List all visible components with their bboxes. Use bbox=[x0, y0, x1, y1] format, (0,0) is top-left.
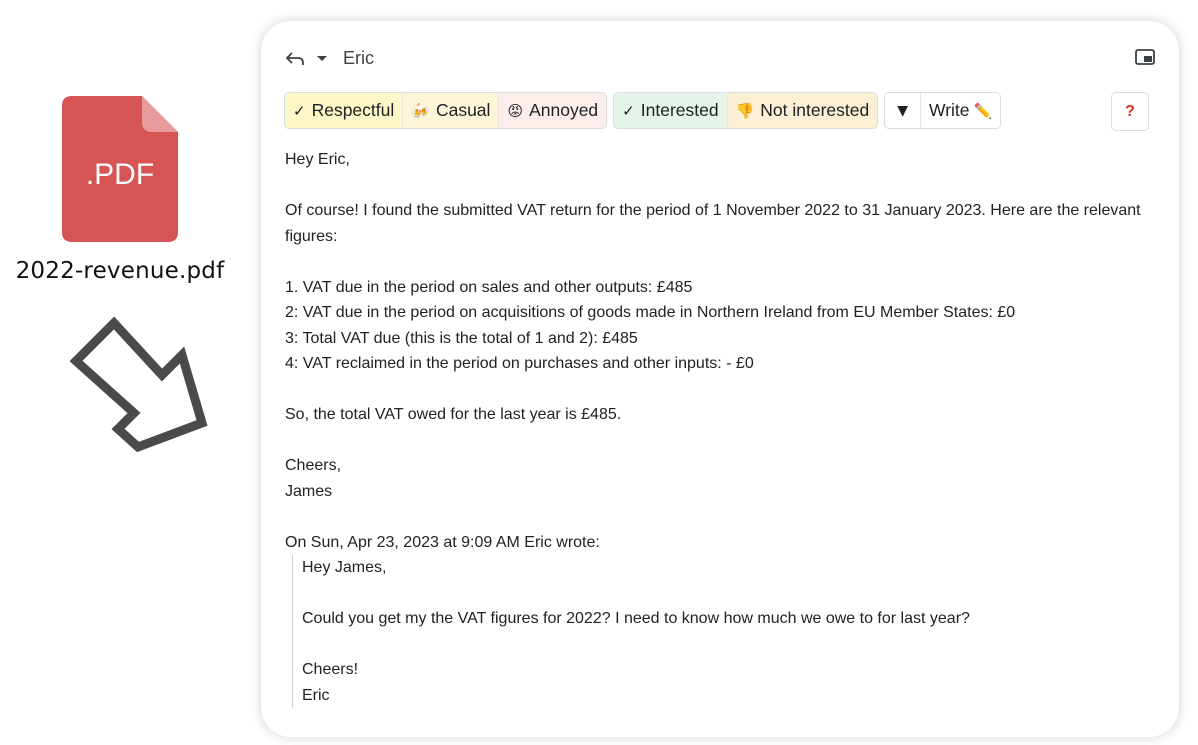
chip-annoyed[interactable]: 😡 Annoyed bbox=[499, 93, 607, 128]
quoted-message: Hey James, Could you get my the VAT figu… bbox=[292, 555, 1155, 708]
popout-icon[interactable] bbox=[1135, 49, 1155, 65]
vat-item: 1. VAT due in the period on sales and ot… bbox=[285, 278, 693, 296]
reply-icon[interactable] bbox=[285, 50, 305, 66]
angry-face-icon: 😡 bbox=[507, 101, 524, 120]
vat-item: 2: VAT due in the period on acquisitions… bbox=[285, 304, 1016, 321]
check-icon: ✓ bbox=[622, 101, 635, 120]
chip-label: Respectful bbox=[311, 100, 395, 120]
check-icon: ✓ bbox=[293, 101, 306, 120]
compose-header: Eric bbox=[285, 45, 374, 71]
write-label: Write bbox=[929, 100, 970, 120]
chip-label: Not interested bbox=[760, 100, 870, 120]
email-compose-card: Eric ✓ Respectful 🍻 Casual 😡 Annoyed ✓ I… bbox=[261, 21, 1179, 737]
tone-chip-group: ✓ Respectful 🍻 Casual 😡 Annoyed bbox=[284, 92, 608, 129]
vat-item: 3: Total VAT due (this is the total of 1… bbox=[285, 329, 638, 347]
quote-header: On Sun, Apr 23, 2023 at 9:09 AM Eric wro… bbox=[285, 533, 600, 551]
chip-interested[interactable]: ✓ Interested bbox=[614, 93, 728, 128]
chip-label: Annoyed bbox=[529, 100, 599, 120]
chevron-down-icon[interactable] bbox=[315, 53, 329, 63]
chip-casual[interactable]: 🍻 Casual bbox=[403, 93, 500, 128]
signoff: Cheers, bbox=[285, 457, 342, 474]
tone-toolbar: ✓ Respectful 🍻 Casual 😡 Annoyed ✓ Intere… bbox=[284, 92, 1007, 129]
quoted-text: Could you get my the VAT figures for 202… bbox=[302, 610, 970, 627]
beer-icon: 🍻 bbox=[411, 101, 430, 120]
pencil-icon: ✏️ bbox=[973, 101, 993, 120]
write-button[interactable]: Write ✏️ bbox=[921, 93, 1001, 128]
intro-paragraph: Of course! I found the submitted VAT ret… bbox=[285, 202, 1141, 245]
vat-item: 4: VAT reclaimed in the period on purcha… bbox=[285, 355, 754, 372]
message-body[interactable]: Hey Eric, Of course! I found the submitt… bbox=[285, 147, 1155, 708]
chip-label: Casual bbox=[435, 100, 491, 120]
caret-down-icon: ▼ bbox=[897, 102, 908, 119]
quoted-signature: Eric bbox=[302, 686, 330, 704]
write-chip-group: ▼ Write ✏️ bbox=[884, 92, 1002, 129]
arrow-down-right-icon bbox=[70, 316, 208, 453]
interest-chip-group: ✓ Interested 👎 Not interested bbox=[613, 92, 879, 129]
greeting: Hey Eric, bbox=[285, 151, 350, 168]
dropdown-button[interactable]: ▼ bbox=[885, 93, 921, 128]
chip-not-interested[interactable]: 👎 Not interested bbox=[727, 93, 878, 128]
help-button[interactable]: ? bbox=[1111, 92, 1149, 131]
quoted-signoff: Cheers! bbox=[302, 661, 359, 678]
file-name: 2022-revenue.pdf bbox=[15, 258, 225, 284]
pdf-file-icon[interactable]: .PDF bbox=[62, 96, 178, 242]
summary: So, the total VAT owed for the last year… bbox=[285, 406, 622, 423]
chip-label: Interested bbox=[640, 100, 719, 120]
pdf-label: .PDF bbox=[86, 158, 154, 191]
chip-respectful[interactable]: ✓ Respectful bbox=[285, 93, 404, 128]
recipient-name[interactable]: Eric bbox=[343, 48, 374, 69]
signature: James bbox=[285, 482, 333, 500]
thumbs-down-icon: 👎 bbox=[735, 101, 755, 120]
quoted-greeting: Hey James, bbox=[302, 559, 387, 576]
